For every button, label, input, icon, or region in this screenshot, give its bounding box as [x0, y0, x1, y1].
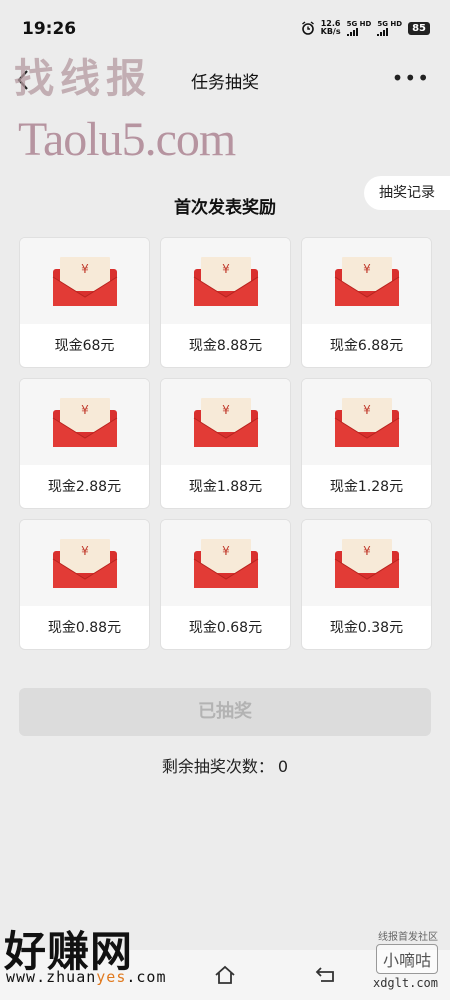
prize-label: 现金0.88元: [47, 620, 122, 636]
section-title: 首次发表奖励: [174, 198, 276, 218]
signal-sim2-icon: 5G HD: [377, 20, 402, 36]
svg-text:¥: ¥: [363, 544, 371, 558]
prize-card[interactable]: ¥ 现金0.68元: [160, 519, 291, 650]
prize-label: 现金0.38元: [329, 620, 404, 636]
svg-text:¥: ¥: [363, 262, 371, 276]
envelope-area: ¥: [20, 520, 149, 606]
svg-text:¥: ¥: [222, 403, 230, 417]
prize-card[interactable]: ¥ 现金68元: [19, 237, 150, 368]
remaining-draws: 剩余抽奖次数： 0: [0, 753, 450, 777]
svg-text:¥: ¥: [81, 544, 89, 558]
prize-label: 现金68元: [54, 338, 115, 354]
prize-label: 现金6.88元: [329, 338, 404, 354]
status-time: 19:26: [22, 19, 77, 39]
envelope-area: ¥: [20, 238, 149, 324]
red-envelope-icon: ¥: [52, 398, 117, 447]
prize-card[interactable]: ¥ 现金0.38元: [301, 519, 432, 650]
draw-button[interactable]: 已抽奖: [19, 688, 431, 736]
prize-card[interactable]: ¥ 现金1.28元: [301, 378, 432, 509]
watermark-top: 找线报: [14, 55, 152, 102]
prize-card[interactable]: ¥ 现金8.88元: [160, 237, 291, 368]
watermark-community: 线报首发社区: [378, 932, 438, 943]
envelope-area: ¥: [161, 520, 290, 606]
envelope-area: ¥: [161, 238, 290, 324]
prize-label: 现金2.88元: [47, 479, 122, 495]
status-icons: 12.6 KB/s 5G HD 5G HD 85: [301, 20, 430, 36]
red-envelope-icon: ¥: [334, 539, 399, 588]
envelope-area: ¥: [20, 379, 149, 465]
prize-card[interactable]: ¥ 现金1.88元: [160, 378, 291, 509]
svg-text:¥: ¥: [81, 403, 89, 417]
red-envelope-icon: ¥: [193, 398, 258, 447]
red-envelope-icon: ¥: [334, 398, 399, 447]
prize-grid: ¥ 现金68元 ¥ 现金8.88元 ¥ 现金6.88元 ¥ 现金2.88元 ¥ 现金1.88元 ¥ 现…: [19, 237, 432, 650]
prize-label: 现金1.28元: [329, 479, 404, 495]
red-envelope-icon: ¥: [334, 257, 399, 306]
network-speed: 12.6 KB/s: [320, 19, 341, 36]
svg-text:¥: ¥: [222, 544, 230, 558]
envelope-area: ¥: [302, 238, 431, 324]
back-nav-icon[interactable]: [315, 964, 337, 984]
svg-text:¥: ¥: [222, 262, 230, 276]
prize-label: 现金1.88元: [188, 479, 263, 495]
more-options-icon[interactable]: •••: [392, 66, 430, 90]
watermark-xdg: 小嘀咕: [375, 944, 438, 974]
prize-label: 现金0.68元: [188, 620, 263, 636]
svg-text:¥: ¥: [363, 403, 371, 417]
prize-label: 现金8.88元: [188, 338, 263, 354]
watermark-brand-url: www.zhuanyes.com: [6, 968, 167, 986]
envelope-area: ¥: [302, 379, 431, 465]
watermark-xdg-url: xdglt.com: [372, 976, 438, 990]
envelope-area: ¥: [302, 520, 431, 606]
signal-sim1-icon: 5G HD: [346, 20, 371, 36]
alarm-icon: [301, 21, 314, 35]
red-envelope-icon: ¥: [52, 257, 117, 306]
red-envelope-icon: ¥: [52, 539, 117, 588]
prize-card[interactable]: ¥ 现金0.88元: [19, 519, 150, 650]
red-envelope-icon: ¥: [193, 539, 258, 588]
prize-card[interactable]: ¥ 现金6.88元: [301, 237, 432, 368]
prize-card[interactable]: ¥ 现金2.88元: [19, 378, 150, 509]
remaining-count: 0: [277, 757, 289, 776]
home-icon[interactable]: [214, 964, 236, 986]
red-envelope-icon: ¥: [193, 257, 258, 306]
battery-indicator: 85: [408, 21, 430, 35]
envelope-area: ¥: [161, 379, 290, 465]
watermark-url: Taolu5.com: [18, 113, 236, 166]
svg-text:¥: ¥: [81, 262, 89, 276]
remaining-label: 剩余抽奖次数：: [161, 757, 274, 776]
